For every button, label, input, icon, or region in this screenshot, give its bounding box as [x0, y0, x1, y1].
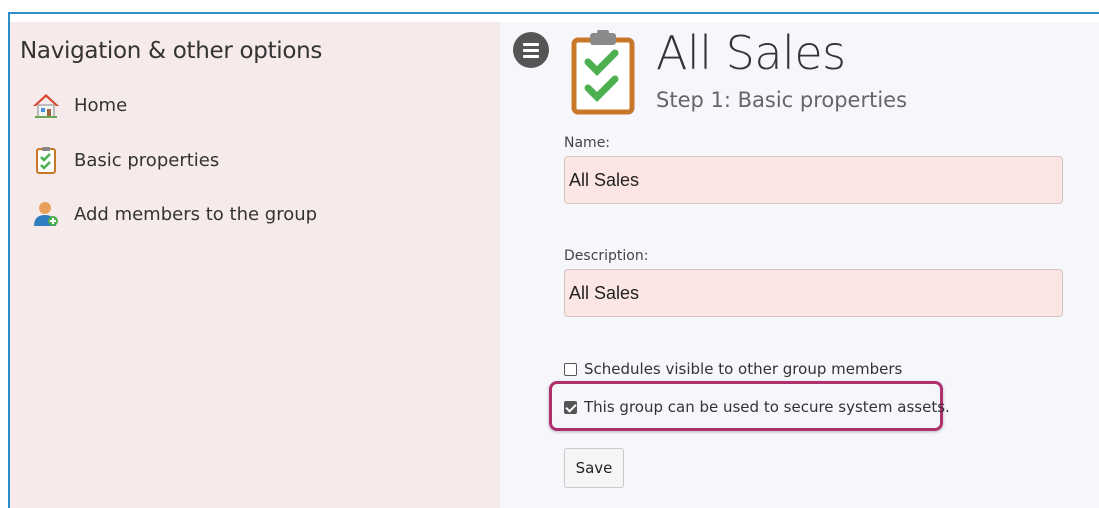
user-add-icon [32, 200, 60, 228]
schedules-visible-checkbox[interactable] [564, 362, 577, 376]
sidebar: Navigation & other options Home Basic pr… [10, 22, 500, 508]
hamburger-menu-icon[interactable] [513, 32, 549, 68]
page-subtitle: Step 1: Basic properties [656, 88, 908, 112]
sidebar-item-label: Add members to the group [74, 203, 318, 225]
main-panel: All Sales Step 1: Basic properties Name:… [500, 22, 1099, 508]
description-field[interactable] [564, 269, 1063, 317]
sidebar-item-basic-properties[interactable]: Basic properties [32, 145, 219, 175]
clipboard-check-icon [570, 30, 636, 120]
save-button[interactable]: Save [564, 448, 624, 488]
secure-assets-label: This group can be used to secure system … [584, 398, 950, 416]
description-label: Description: [564, 248, 649, 264]
sidebar-title: Navigation & other options [20, 38, 323, 64]
name-label: Name: [564, 135, 611, 151]
name-field[interactable] [564, 156, 1063, 204]
sidebar-item-add-members[interactable]: Add members to the group [32, 199, 317, 229]
page-title: All Sales [656, 26, 846, 80]
secure-assets-checkbox[interactable] [564, 400, 577, 414]
sidebar-item-home[interactable]: Home [32, 90, 127, 120]
schedules-visible-checkbox-row[interactable]: Schedules visible to other group members [564, 360, 902, 378]
sidebar-item-label: Home [74, 94, 128, 116]
home-icon [32, 91, 60, 119]
sidebar-item-label: Basic properties [74, 149, 220, 171]
secure-assets-checkbox-row[interactable]: This group can be used to secure system … [564, 398, 950, 416]
schedules-visible-label: Schedules visible to other group members [584, 360, 903, 378]
clipboard-check-icon [32, 146, 60, 174]
